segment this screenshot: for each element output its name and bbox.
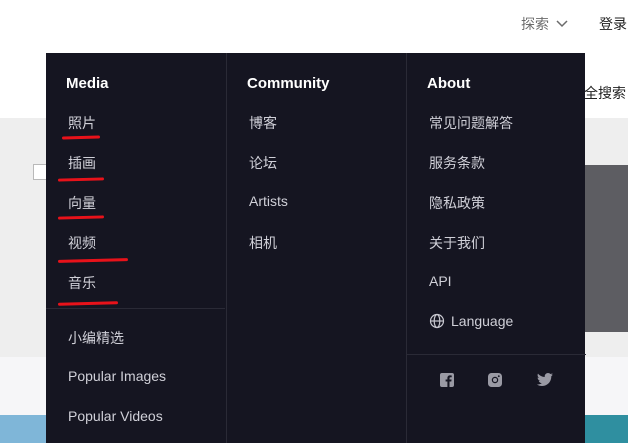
broken-image-icon <box>33 164 47 180</box>
hero-image-edge <box>585 165 628 332</box>
annotation-underline <box>61 135 101 140</box>
menu-item-music[interactable]: 音乐 <box>68 273 96 293</box>
search-all-link[interactable]: 全搜索 <box>584 83 626 103</box>
menu-item-privacy[interactable]: 隐私政策 <box>429 193 485 213</box>
divider <box>407 354 586 355</box>
explore-dropdown[interactable]: 探索 <box>521 14 568 34</box>
menu-item-artists[interactable]: Artists <box>249 193 288 209</box>
menu-item-popular-videos[interactable]: Popular Videos <box>68 408 163 424</box>
menu-item-popular-images[interactable]: Popular Images <box>68 368 166 384</box>
annotation-underline <box>57 215 105 220</box>
menu-item-forum[interactable]: 论坛 <box>249 153 277 173</box>
media-column: Media 照片 插画 向量 视频 音乐 小编精选 Popular Images… <box>46 53 225 443</box>
login-link[interactable]: 登录 <box>599 14 627 34</box>
menu-item-videos[interactable]: 视频 <box>68 233 96 253</box>
menu-item-terms[interactable]: 服务条款 <box>429 153 485 173</box>
menu-item-api[interactable]: API <box>429 273 452 289</box>
menu-item-about-us[interactable]: 关于我们 <box>429 233 485 253</box>
menu-item-faq[interactable]: 常见问题解答 <box>429 113 513 133</box>
menu-item-cameras[interactable]: 相机 <box>249 233 277 253</box>
top-bar: 探索 登录 <box>0 0 628 53</box>
annotation-underline <box>57 177 105 182</box>
globe-icon <box>429 313 445 329</box>
menu-item-editors-choice[interactable]: 小编精选 <box>68 328 124 348</box>
annotation-underline <box>57 258 129 263</box>
menu-item-vectors[interactable]: 向量 <box>68 193 96 213</box>
menu-item-photos[interactable]: 照片 <box>68 113 96 133</box>
explore-mega-menu: Media 照片 插画 向量 视频 音乐 小编精选 Popular Images… <box>46 53 586 443</box>
twitter-icon[interactable] <box>536 372 554 388</box>
facebook-icon[interactable] <box>439 372 455 388</box>
about-heading: About <box>427 75 471 92</box>
explore-label: 探索 <box>521 16 549 32</box>
menu-item-illustrations[interactable]: 插画 <box>68 153 96 173</box>
divider <box>46 308 225 309</box>
community-heading: Community <box>247 75 330 92</box>
language-label: Language <box>451 313 514 329</box>
annotation-underline <box>57 301 119 306</box>
chevron-down-icon <box>556 20 568 28</box>
media-heading: Media <box>66 75 109 92</box>
thumbnail-left[interactable] <box>0 415 46 443</box>
language-selector[interactable]: Language <box>429 313 513 329</box>
menu-item-blog[interactable]: 博客 <box>249 113 277 133</box>
instagram-icon[interactable] <box>487 372 503 388</box>
about-column: About 常见问题解答 服务条款 隐私政策 关于我们 API Language <box>406 53 586 443</box>
thumbnail-right[interactable] <box>585 415 628 443</box>
community-column: Community 博客 论坛 Artists 相机 <box>226 53 406 443</box>
